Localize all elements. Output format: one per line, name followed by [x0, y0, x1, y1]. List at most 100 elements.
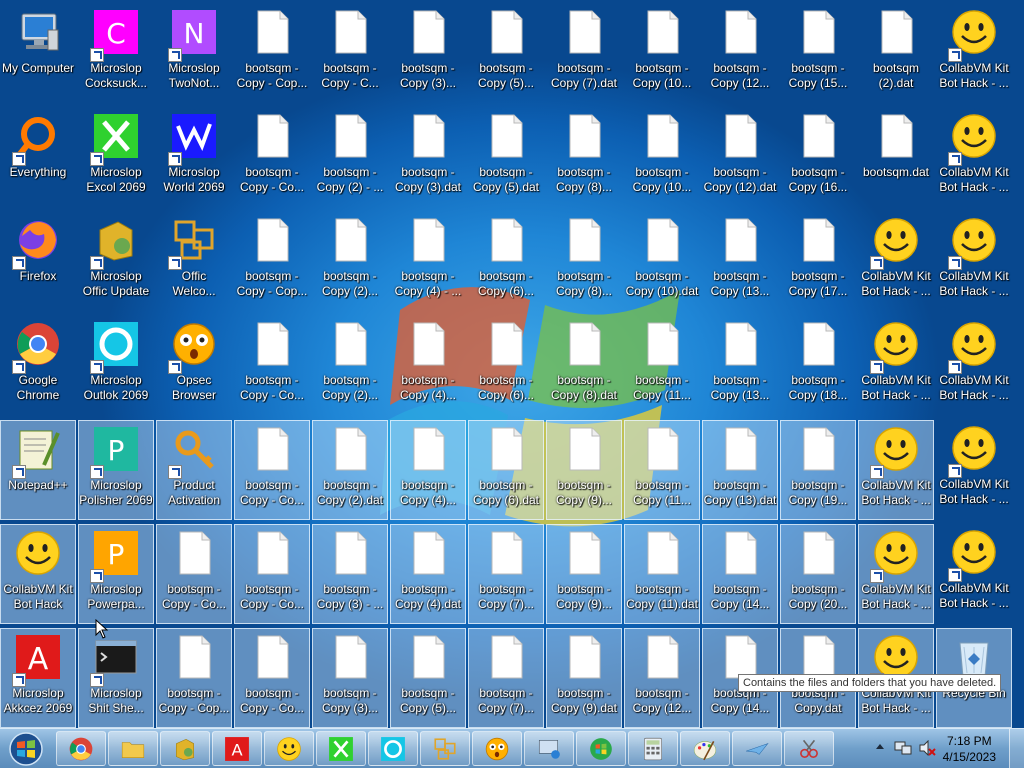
desktop-icon-bootsqm-copy-7-5-6[interactable]: bootsqm - Copy (7)... — [468, 524, 544, 624]
desktop-icon-bootsqm-copy-3-0-5[interactable]: bootsqm - Copy (3)... — [390, 4, 466, 104]
desktop-icon-bootsqm-copy-7-dat-0-7[interactable]: bootsqm - Copy (7).dat — [546, 4, 622, 104]
start-button[interactable] — [4, 731, 48, 767]
desktop-icon-bootsqm-copy-3-6-4[interactable]: bootsqm - Copy (3)... — [312, 628, 388, 728]
taskbar-button-opsec[interactable] — [472, 731, 522, 766]
desktop-icon-bootsqm-copy-6-2-6[interactable]: bootsqm - Copy (6)... — [468, 212, 544, 312]
desktop-icon-bootsqm-copy-16-1-10[interactable]: bootsqm - Copy (16... — [780, 108, 856, 208]
desktop-icon-bootsqm-copy-11-dat-5-8[interactable]: bootsqm - Copy (11).dat — [624, 524, 700, 624]
desktop-icon-bootsqm-copy-4-2-5[interactable]: bootsqm - Copy (4) - ... — [390, 212, 466, 312]
taskbar-button-windows[interactable] — [576, 731, 626, 766]
desktop-icon-bootsqm-copy-9-5-7[interactable]: bootsqm - Copy (9)... — [546, 524, 622, 624]
desktop-icon-opsec-browser-3-2[interactable]: Opsec Browser — [156, 316, 232, 416]
desktop-icon-microslop-polisher-2069-4-1[interactable]: P Microslop Polisher 2069 — [78, 420, 154, 520]
desktop-icon-collabvm-kit-bot-hack-4-11[interactable]: CollabVM Kit Bot Hack - ... — [858, 420, 934, 520]
taskbar-button-offic-welcome[interactable] — [420, 731, 470, 766]
desktop-icon-collabvm-kit-bot-hack-1-12[interactable]: CollabVM Kit Bot Hack - ... — [936, 108, 1012, 208]
desktop-icon-bootsqm-copy-11-3-8[interactable]: bootsqm - Copy (11... — [624, 316, 700, 416]
show-hidden-icons-icon[interactable] — [874, 741, 886, 753]
taskbar-button-offic-update[interactable] — [160, 731, 210, 766]
desktop-icon-microslop-akkcez-2069-6-0[interactable]: A Microslop Akkcez 2069 — [0, 628, 76, 728]
desktop-icon-collabvm-kit-bot-hack-5-0[interactable]: CollabVM Kit Bot Hack — [0, 524, 76, 624]
desktop-icon-bootsqm-copy-co-6-3[interactable]: bootsqm - Copy - Co... — [234, 628, 310, 728]
desktop-icon-c-b-1-13[interactable]: C B — [1014, 108, 1024, 208]
desktop-icon-c-b-2-13[interactable]: C B — [1014, 212, 1024, 312]
desktop-icon-bootsqm-copy-8-dat-3-7[interactable]: bootsqm - Copy (8).dat — [546, 316, 622, 416]
desktop-icon-bootsqm-copy-2-2-4[interactable]: bootsqm - Copy (2)... — [312, 212, 388, 312]
desktop-icon-bootsqm-copy-2-dat-4-4[interactable]: bootsqm - Copy (2).dat — [312, 420, 388, 520]
desktop-icon-firefox-2-0[interactable]: Firefox — [0, 212, 76, 312]
show-desktop-button[interactable] — [1009, 729, 1024, 768]
desktop-icon-bootsqm-copy-6-3-6[interactable]: bootsqm - Copy (6)... — [468, 316, 544, 416]
desktop-icon-bootsqm-copy-13-3-9[interactable]: bootsqm - Copy (13... — [702, 316, 778, 416]
desktop-icon-microslop-outlok-2069-3-1[interactable]: Microslop Outlok 2069 — [78, 316, 154, 416]
network-icon[interactable] — [894, 740, 912, 756]
desktop-icon-c-b-4-13[interactable]: C B — [1014, 420, 1024, 520]
desktop-icon-bootsqm-copy-co-5-3[interactable]: bootsqm - Copy - Co... — [234, 524, 310, 624]
taskbar-button-calculator[interactable] — [628, 731, 678, 766]
desktop-icon-microslop-cocksuck-0-1[interactable]: C Microslop Cocksuck... — [78, 4, 154, 104]
desktop-icon-notepad-4-0[interactable]: Notepad++ — [0, 420, 76, 520]
desktop-icon-bootsqm-copy-13-dat-4-9[interactable]: bootsqm - Copy (13).dat — [702, 420, 778, 520]
taskbar-button-collabvm[interactable] — [264, 731, 314, 766]
desktop-icon-bootsqm-copy-3-5-4[interactable]: bootsqm - Copy (3) - ... — [312, 524, 388, 624]
desktop-icon-c-b-3-13[interactable]: C B — [1014, 316, 1024, 416]
desktop-icon-collabvm-kit-bot-hack-4-12[interactable]: CollabVM Kit Bot Hack - ... — [936, 420, 1012, 520]
desktop-icon-microslop-twonot-0-2[interactable]: N Microslop TwoNot... — [156, 4, 232, 104]
desktop-icon-bootsqm-copy-4-4-5[interactable]: bootsqm - Copy (4)... — [390, 420, 466, 520]
desktop-icon-collabvm-kit-bot-hack-2-11[interactable]: CollabVM Kit Bot Hack - ... — [858, 212, 934, 312]
desktop-icon-bootsqm-copy-10-dat-2-8[interactable]: bootsqm - Copy (10).dat — [624, 212, 700, 312]
desktop-icon-bootsqm-copy-2-1-4[interactable]: bootsqm - Copy (2) - ... — [312, 108, 388, 208]
desktop-icon-microslop-excol-2069-1-1[interactable]: Microslop Excol 2069 — [78, 108, 154, 208]
desktop-icon-microslop-offic-update-2-1[interactable]: Microslop Offic Update — [78, 212, 154, 312]
taskbar-button-chrome[interactable] — [56, 731, 106, 766]
desktop-icon-product-activation-4-2[interactable]: Product Activation — [156, 420, 232, 520]
desktop-icon-bootsqm-copy-18-3-10[interactable]: bootsqm - Copy (18... — [780, 316, 856, 416]
desktop-icon-bootsqm-copy-co-1-3[interactable]: bootsqm - Copy - Co... — [234, 108, 310, 208]
desktop-icon-bootsqm-copy-8-1-7[interactable]: bootsqm - Copy (8)... — [546, 108, 622, 208]
desktop-icon-collabvm-kit-bot-hack-0-12[interactable]: CollabVM Kit Bot Hack - ... — [936, 4, 1012, 104]
desktop-icon-bootsqm-copy-20-5-10[interactable]: bootsqm - Copy (20... — [780, 524, 856, 624]
desktop-icon-collabvm-kit-bot-hack-3-12[interactable]: CollabVM Kit Bot Hack - ... — [936, 316, 1012, 416]
desktop-icon-bootsqm-copy-c-0-4[interactable]: bootsqm - Copy - C... — [312, 4, 388, 104]
desktop-icon-collabvm-kit-bot-hack-5-11[interactable]: CollabVM Kit Bot Hack - ... — [858, 524, 934, 624]
taskbar-button-paint[interactable] — [680, 731, 730, 766]
desktop-icon-bootsqm-copy-19-4-10[interactable]: bootsqm - Copy (19... — [780, 420, 856, 520]
desktop-icon-bootsqm-copy-17-2-10[interactable]: bootsqm - Copy (17... — [780, 212, 856, 312]
desktop-icon-bootsqm-copy-14-5-9[interactable]: bootsqm - Copy (14... — [702, 524, 778, 624]
desktop-icon-bootsqm-copy-co-3-3[interactable]: bootsqm - Copy - Co... — [234, 316, 310, 416]
desktop-icon-google-chrome-3-0[interactable]: Google Chrome — [0, 316, 76, 416]
desktop-icon-bootsqm-2-dat-0-11[interactable]: bootsqm (2).dat — [858, 4, 934, 104]
taskbar-button-bird[interactable] — [732, 731, 782, 766]
desktop-icon-bootsqm-copy-5-0-6[interactable]: bootsqm - Copy (5)... — [468, 4, 544, 104]
desktop-icon-bootsqm-copy-6-dat-4-6[interactable]: bootsqm - Copy (6).dat — [468, 420, 544, 520]
desktop-icon-collabvm-kit-bot-hack-2-12[interactable]: CollabVM Kit Bot Hack - ... — [936, 212, 1012, 312]
desktop-icon-offic-welco-2-2[interactable]: Offic Welco... — [156, 212, 232, 312]
taskbar-button-snipping[interactable] — [784, 731, 834, 766]
desktop-icon-bootsqm-copy-12-dat-1-9[interactable]: bootsqm - Copy (12).dat — [702, 108, 778, 208]
desktop-icon-bootsqm-copy-5-6-5[interactable]: bootsqm - Copy (5)... — [390, 628, 466, 728]
desktop-icon-bootsqm-copy-3-dat-1-5[interactable]: bootsqm - Copy (3).dat — [390, 108, 466, 208]
desktop-icon-c-b-5-13[interactable]: C B — [1014, 524, 1024, 624]
desktop-icon-microslop-world-2069-1-2[interactable]: Microslop World 2069 — [156, 108, 232, 208]
desktop-icon-microslop-shit-she-6-1[interactable]: Microslop Shit She... — [78, 628, 154, 728]
taskbar-button-explorer[interactable] — [108, 731, 158, 766]
desktop-icon-bootsqm-copy-cop-2-3[interactable]: bootsqm - Copy - Cop... — [234, 212, 310, 312]
desktop-icon-bootsqm-copy-12-6-8[interactable]: bootsqm - Copy (12... — [624, 628, 700, 728]
desktop-icon-bootsqm-copy-5-dat-1-6[interactable]: bootsqm - Copy (5).dat — [468, 108, 544, 208]
desktop-icon-bootsqm-dat-1-11[interactable]: bootsqm.dat — [858, 108, 934, 208]
desktop-icon-bootsqm-copy-15-0-10[interactable]: bootsqm - Copy (15... — [780, 4, 856, 104]
taskbar-button-outlok[interactable] — [368, 731, 418, 766]
desktop-icon-bootsqm-copy-13-2-9[interactable]: bootsqm - Copy (13... — [702, 212, 778, 312]
desktop-icon-bootsqm-copy-4-dat-5-5[interactable]: bootsqm - Copy (4).dat — [390, 524, 466, 624]
desktop-icon-bootsqm-copy-9-4-7[interactable]: bootsqm - Copy (9)... — [546, 420, 622, 520]
desktop-icon-bootsqm-copy-10-0-8[interactable]: bootsqm - Copy (10... — [624, 4, 700, 104]
desktop-icon-bootsqm-copy-11-4-8[interactable]: bootsqm - Copy (11... — [624, 420, 700, 520]
desktop-icon-bootsqm-copy-cop-0-3[interactable]: bootsqm - Copy - Cop... — [234, 4, 310, 104]
taskbar-button-akkcez[interactable]: A — [212, 731, 262, 766]
desktop-icon-bootsqm-copy-7-6-6[interactable]: bootsqm - Copy (7)... — [468, 628, 544, 728]
system-clock[interactable]: 7:18 PM 4/15/2023 — [943, 733, 996, 765]
desktop-icon-collabvm-kit-bot-hack-5-12[interactable]: CollabVM Kit Bot Hack - ... — [936, 524, 1012, 624]
desktop-icon-bootsqm-copy-9-dat-6-7[interactable]: bootsqm - Copy (9).dat — [546, 628, 622, 728]
desktop-icon-b-6-13[interactable]: B — [1014, 628, 1024, 728]
desktop-icon-bootsqm-copy-co-4-3[interactable]: bootsqm - Copy - Co... — [234, 420, 310, 520]
